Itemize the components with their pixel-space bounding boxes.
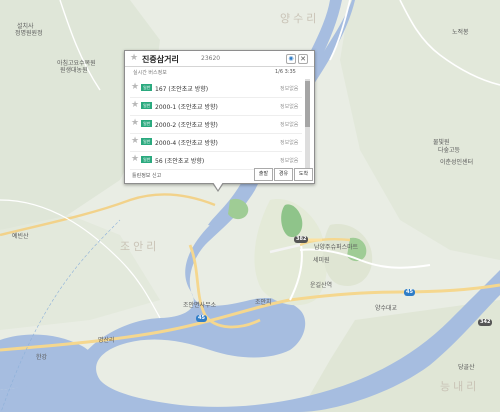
map-label-peak: 예빈산 [12, 233, 29, 240]
close-icon[interactable]: ✕ [298, 54, 308, 64]
popup-header: ★ 진중삼거리 23620 ◉ ✕ [125, 51, 314, 67]
popup-subtitle: 실시간 버스정보 [133, 70, 167, 76]
favorite-star-icon[interactable]: ★ [130, 54, 138, 63]
star-icon[interactable]: ★ [131, 155, 139, 164]
route-type-badge: 일반 [141, 156, 153, 163]
map-label-camp: 물빛원 [433, 139, 450, 146]
route-type-badge: 일반 [141, 102, 153, 109]
route-status: 정보없음 [280, 122, 299, 128]
arrival-button[interactable]: 도착 [294, 168, 313, 181]
road-badge-3: 45 [404, 289, 415, 296]
map-label-bridge: 양수대교 [375, 305, 398, 312]
star-icon[interactable]: ★ [131, 137, 139, 146]
map-label-farm: 이춘성인센터 [440, 159, 474, 166]
popup-title: 진중삼거리 [142, 55, 179, 64]
departure-button[interactable]: 출발 [254, 168, 273, 181]
report-wrong-info-link[interactable]: 틀린정보 신고 [132, 172, 161, 179]
map-label-river-left: 한강 [36, 354, 48, 361]
map-label-restaurant: 다숲고등 [438, 147, 461, 154]
map-label-myeong: 명산리 [98, 337, 115, 344]
waypoint-button[interactable]: 경유 [274, 168, 293, 181]
route-name: 2000-4 (조안초교 방향) [155, 140, 218, 147]
road-badge-2: 382 [294, 236, 309, 243]
route-name: 2000-1 (조안초교 방향) [155, 104, 218, 111]
route-type-badge: 일반 [141, 84, 153, 91]
star-icon[interactable]: ★ [131, 83, 139, 92]
map-label-hamlet: 조안치 [255, 299, 272, 306]
route-name: 56 (조안초교 방향) [155, 158, 205, 165]
popup-time: 1/6 3:35 [275, 69, 296, 75]
map-label-arboretum-2: 원생대농원 [60, 67, 88, 74]
route-name: 167 (조안초교 방향) [155, 86, 209, 93]
star-icon[interactable]: ★ [131, 119, 139, 128]
map-label-top-right: 노적봉 [452, 29, 469, 36]
route-status: 정보없음 [280, 86, 299, 92]
route-status: 정보없음 [280, 158, 299, 164]
route-status: 정보없음 [280, 104, 299, 110]
route-type-badge: 일반 [141, 138, 153, 145]
bus-route-row[interactable]: ★ 일반 2000-1 (조안초교 방향) 정보없음 [130, 97, 302, 116]
scrollbar-thumb[interactable] [305, 81, 310, 127]
map-label-station: 조안면사무소 [183, 302, 217, 309]
popup-stop-code: 23620 [201, 55, 221, 62]
route-name: 2000-2 (조안초교 방향) [155, 122, 218, 129]
bus-route-row[interactable]: ★ 일반 2000-4 (조안초교 방향) 정보없음 [130, 133, 302, 152]
map-label-yangsu: 양수리 [280, 12, 320, 25]
route-status: 정보없음 [280, 140, 299, 146]
map-label-riverside-center: 남양주슈퍼스마트 [314, 244, 359, 251]
route-list-scrollbar[interactable] [305, 79, 310, 169]
star-icon[interactable]: ★ [131, 101, 139, 110]
bus-route-row[interactable]: ★ 일반 2000-2 (조안초교 방향) 정보없음 [130, 115, 302, 134]
map-label-dang: 당골산 [458, 364, 475, 371]
map-label-bottom-place: 능내리 [440, 380, 480, 393]
road-badge-4: 342 [478, 319, 493, 326]
bus-route-row[interactable]: ★ 일반 167 (조안초교 방향) 정보없음 [130, 79, 302, 98]
map-label-top-left-2: 정명원원정 [15, 30, 43, 37]
map-label-island: 세미원 [313, 257, 330, 264]
route-type-badge: 일반 [141, 120, 153, 127]
map-label-station2: 운길산역 [310, 282, 333, 289]
location-pin-icon[interactable]: ◉ [286, 54, 296, 64]
bus-stop-popup: ★ 진중삼거리 23620 ◉ ✕ 실시간 버스정보 1/6 3:35 ★ 일반… [124, 50, 315, 192]
road-badge-1: 45 [196, 315, 207, 322]
map-label-jo-an-ri: 조안리 [120, 240, 160, 253]
